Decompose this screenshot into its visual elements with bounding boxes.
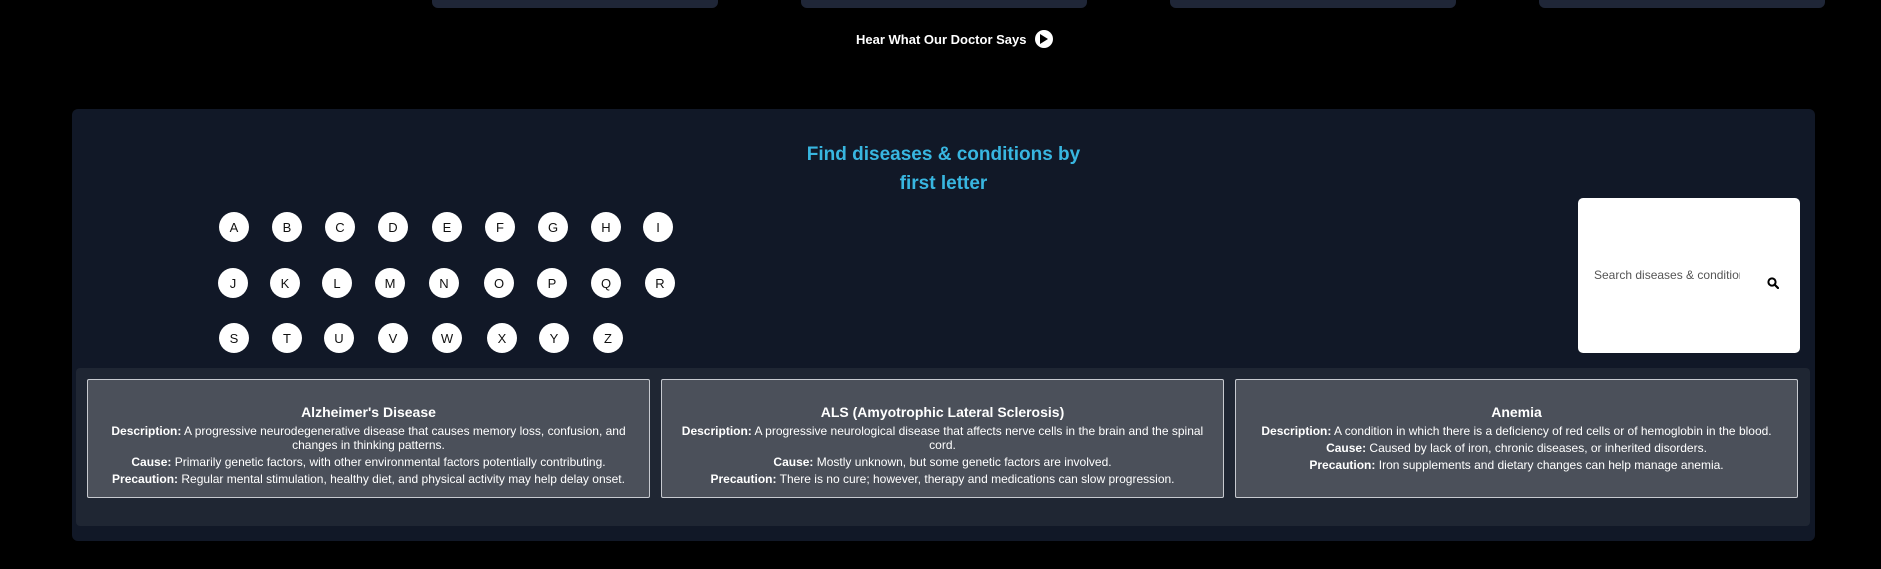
disease-card-anemia[interactable]: Anemia Description: A condition in which…: [1235, 379, 1798, 498]
disease-description: Description: A progressive neurodegenera…: [100, 424, 637, 452]
search-icon[interactable]: [1764, 274, 1782, 292]
letter-button-v[interactable]: V: [378, 323, 408, 353]
letter-button-u[interactable]: U: [324, 323, 354, 353]
disease-name: Alzheimer's Disease: [301, 404, 436, 420]
letter-button-p[interactable]: P: [537, 268, 567, 298]
top-card-3: [1170, 0, 1456, 8]
disease-cause: Cause: Caused by lack of iron, chronic d…: [1248, 441, 1785, 455]
top-card-1: [432, 0, 718, 8]
letter-button-c[interactable]: C: [325, 212, 355, 242]
precaution-label: Precaution:: [1309, 458, 1376, 472]
finder-heading-line2: first letter: [899, 173, 988, 194]
letter-button-a[interactable]: A: [219, 212, 249, 242]
letter-button-j[interactable]: J: [218, 268, 248, 298]
disease-cause: Cause: Primarily genetic factors, with o…: [100, 455, 637, 469]
letter-button-t[interactable]: T: [272, 323, 302, 353]
letter-button-z[interactable]: Z: [593, 323, 623, 353]
description-label: Description:: [681, 424, 752, 438]
top-card-2: [801, 0, 1087, 8]
letter-button-k[interactable]: K: [270, 268, 300, 298]
letter-button-q[interactable]: Q: [591, 268, 621, 298]
description-label: Description:: [111, 424, 182, 438]
cause-label: Cause:: [773, 455, 814, 469]
precaution-label: Precaution:: [710, 472, 777, 486]
letter-button-o[interactable]: O: [484, 268, 514, 298]
disease-cause: Cause: Mostly unknown, but some genetic …: [674, 455, 1211, 469]
letter-button-b[interactable]: B: [272, 212, 302, 242]
letter-button-s[interactable]: S: [219, 323, 249, 353]
disease-card-alzheimers[interactable]: Alzheimer's Disease Description: A progr…: [87, 379, 650, 498]
letter-button-h[interactable]: H: [591, 212, 621, 242]
cause-label: Cause:: [131, 455, 172, 469]
cause-text: Caused by lack of iron, chronic diseases…: [1369, 441, 1707, 455]
description-text: A condition in which there is a deficien…: [1334, 424, 1772, 438]
letter-button-d[interactable]: D: [378, 212, 408, 242]
disease-precaution: Precaution: Iron supplements and dietary…: [1248, 458, 1785, 472]
letter-button-f[interactable]: F: [485, 212, 515, 242]
disease-description: Description: A progressive neurological …: [674, 424, 1211, 452]
finder-heading: Find diseases & conditions by first lett…: [0, 140, 1881, 198]
search-input[interactable]: [1594, 265, 1740, 285]
letter-button-w[interactable]: W: [432, 323, 462, 353]
precaution-text: Regular mental stimulation, healthy diet…: [181, 472, 625, 486]
letter-button-e[interactable]: E: [432, 212, 462, 242]
cause-label: Cause:: [1326, 441, 1367, 455]
disease-name: ALS (Amyotrophic Lateral Sclerosis): [820, 404, 1065, 420]
description-text: A progressive neurodegenerative disease …: [184, 424, 626, 452]
letter-button-x[interactable]: X: [487, 323, 517, 353]
description-text: A progressive neurological disease that …: [754, 424, 1204, 452]
disease-precaution: Precaution: There is no cure; however, t…: [674, 472, 1211, 486]
letter-button-r[interactable]: R: [645, 268, 675, 298]
disease-card-als[interactable]: ALS (Amyotrophic Lateral Sclerosis) Desc…: [661, 379, 1224, 498]
letter-button-i[interactable]: I: [643, 212, 673, 242]
letter-button-n[interactable]: N: [429, 268, 459, 298]
disease-name: Anemia: [1491, 404, 1542, 420]
letter-button-y[interactable]: Y: [539, 323, 569, 353]
top-card-4: [1539, 0, 1825, 8]
letter-button-l[interactable]: L: [322, 268, 352, 298]
precaution-label: Precaution:: [112, 472, 179, 486]
letter-button-g[interactable]: G: [538, 212, 568, 242]
cause-text: Primarily genetic factors, with other en…: [174, 455, 606, 469]
disease-description: Description: A condition in which there …: [1248, 424, 1785, 438]
description-label: Description:: [1261, 424, 1332, 438]
finder-heading-line1: Find diseases & conditions by: [806, 144, 1081, 165]
letter-button-m[interactable]: M: [375, 268, 405, 298]
precaution-text: There is no cure; however, therapy and m…: [779, 472, 1175, 486]
hear-doctor-label: Hear What Our Doctor Says: [856, 31, 1027, 47]
disease-precaution: Precaution: Regular mental stimulation, …: [100, 472, 637, 486]
precaution-text: Iron supplements and dietary changes can…: [1378, 458, 1724, 472]
cause-text: Mostly unknown, but some genetic factors…: [816, 455, 1112, 469]
hear-doctor-link[interactable]: Hear What Our Doctor Says: [856, 30, 1053, 48]
play-icon[interactable]: [1034, 30, 1053, 48]
